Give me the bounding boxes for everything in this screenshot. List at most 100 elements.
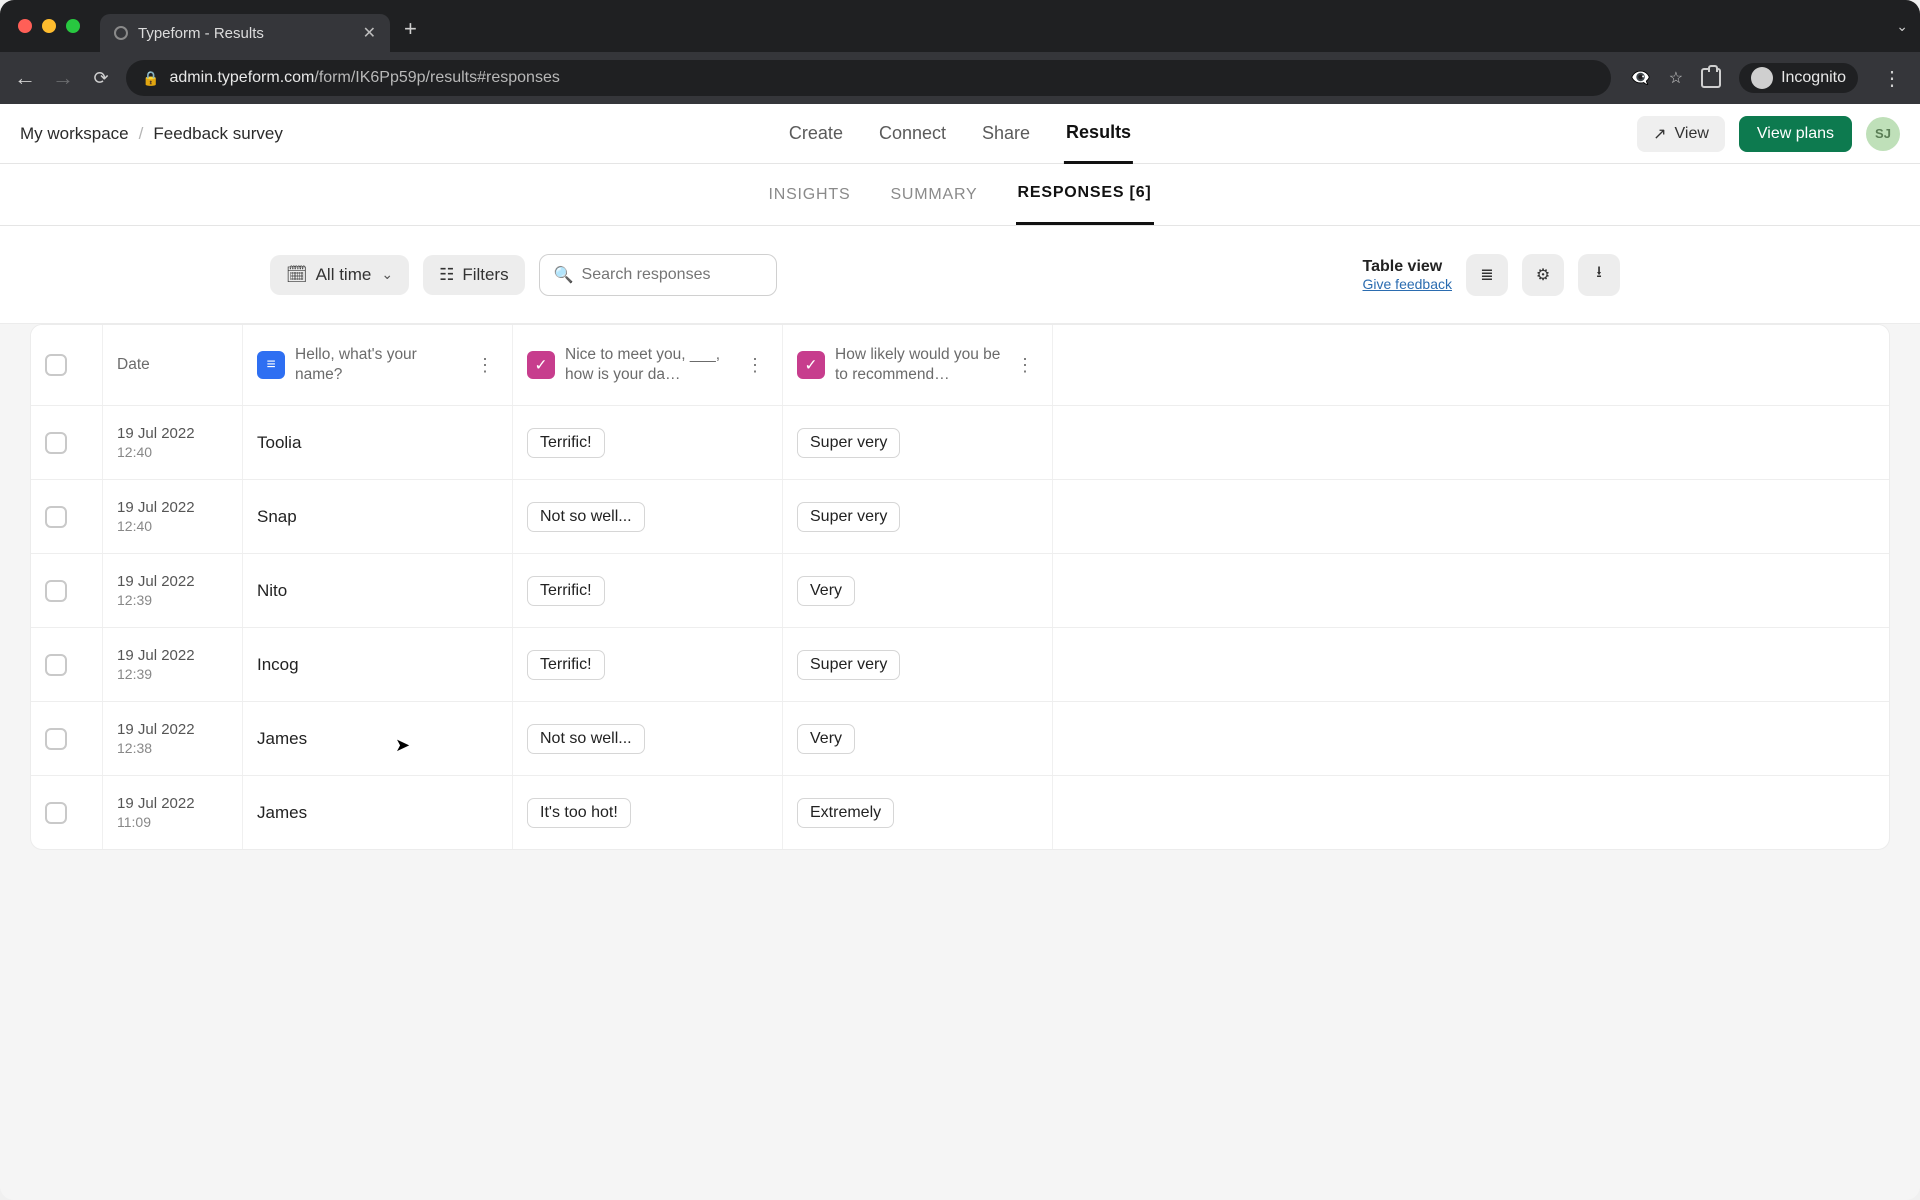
filters-button[interactable]: ☷ Filters [423, 255, 525, 295]
table-row[interactable]: 19 Jul 202212:38JamesNot so well...Very [31, 701, 1889, 775]
row-select-cell [31, 776, 103, 849]
gear-icon: ⚙ [1536, 265, 1550, 285]
row-q2-cell: Terrific! [513, 628, 783, 701]
row-date-cell: 19 Jul 202212:40 [103, 480, 243, 553]
subtab-insights[interactable]: INSIGHTS [766, 166, 852, 224]
browser-tab[interactable]: Typeform - Results ✕ [100, 14, 390, 52]
table-view-label: Table view [1363, 258, 1453, 276]
new-tab-button[interactable]: + [404, 16, 417, 42]
subtab-summary[interactable]: SUMMARY [888, 166, 979, 224]
bookmark-star-icon[interactable]: ☆ [1669, 68, 1683, 88]
column-q2[interactable]: ✓ Nice to meet you, ___, how is your da…… [513, 325, 783, 405]
view-plans-button[interactable]: View plans [1739, 116, 1852, 152]
answer-pill: Super very [797, 650, 900, 680]
row-time: 12:40 [117, 518, 152, 534]
row-name-cell: James [243, 776, 513, 849]
tab-favicon-icon [114, 26, 128, 40]
row-name-cell: Nito [243, 554, 513, 627]
address-bar[interactable]: 🔒 admin.typeform.com/form/IK6Pp59p/resul… [126, 60, 1611, 96]
search-input[interactable] [582, 266, 789, 284]
row-checkbox[interactable] [45, 728, 67, 750]
row-checkbox[interactable] [45, 802, 67, 824]
row-date-cell: 19 Jul 202211:09 [103, 776, 243, 849]
row-q3-cell: Super very [783, 480, 1053, 553]
tab-share[interactable]: Share [980, 104, 1032, 164]
incognito-indicator[interactable]: Incognito [1739, 63, 1858, 93]
tab-title: Typeform - Results [138, 25, 353, 42]
table-row[interactable]: 19 Jul 202211:09JamesIt's too hot!Extrem… [31, 775, 1889, 849]
search-responses[interactable]: 🔍 [539, 254, 777, 296]
incognito-label: Incognito [1781, 69, 1846, 87]
subtab-responses[interactable]: RESPONSES [6] [1016, 164, 1154, 225]
browser-toolbar: ← → ⟳ 🔒 admin.typeform.com/form/IK6Pp59p… [0, 52, 1920, 104]
tab-connect[interactable]: Connect [877, 104, 948, 164]
breadcrumb-workspace[interactable]: My workspace [20, 124, 129, 144]
layout-toggle-button[interactable]: ≣ [1466, 254, 1508, 296]
row-q3-cell: Super very [783, 406, 1053, 479]
row-q2-cell: Terrific! [513, 554, 783, 627]
row-checkbox[interactable] [45, 506, 67, 528]
extensions-icon[interactable] [1701, 68, 1721, 88]
short-text-icon: ≡ [257, 351, 285, 379]
table-row[interactable]: 19 Jul 202212:40SnapNot so well...Super … [31, 479, 1889, 553]
incognito-icon [1751, 67, 1773, 89]
row-select-cell [31, 406, 103, 479]
eye-off-icon[interactable]: 👁️‍🗨️ [1631, 68, 1651, 88]
give-feedback-link[interactable]: Give feedback [1363, 276, 1453, 292]
row-empty-cell [1053, 628, 1889, 701]
window-zoom-icon[interactable] [66, 19, 80, 33]
multiple-choice-icon: ✓ [797, 351, 825, 379]
nav-reload-button[interactable]: ⟳ [88, 68, 114, 89]
row-select-cell [31, 554, 103, 627]
column-menu-button[interactable]: ⋮ [472, 355, 498, 376]
select-all-checkbox[interactable] [45, 354, 67, 376]
rows-icon: ≣ [1480, 265, 1493, 285]
row-name-cell: Incog [243, 628, 513, 701]
window-minimize-icon[interactable] [42, 19, 56, 33]
column-menu-button[interactable]: ⋮ [1012, 355, 1038, 376]
avatar[interactable]: SJ [1866, 117, 1900, 151]
tab-create[interactable]: Create [787, 104, 845, 164]
calendar-icon: 🗓 [286, 265, 308, 285]
row-empty-cell [1053, 406, 1889, 479]
browser-menu-button[interactable]: ⋮ [1876, 66, 1908, 91]
column-q3[interactable]: ✓ How likely would you be to recommend… … [783, 325, 1053, 405]
download-button[interactable]: ⭳ [1578, 254, 1620, 296]
column-q1[interactable]: ≡ Hello, what's your name? ⋮ [243, 325, 513, 405]
row-checkbox[interactable] [45, 654, 67, 676]
multiple-choice-icon: ✓ [527, 351, 555, 379]
lock-icon: 🔒 [142, 70, 159, 87]
breadcrumb-form-name[interactable]: Feedback survey [153, 124, 282, 144]
row-checkbox[interactable] [45, 432, 67, 454]
row-q2-cell: Not so well... [513, 702, 783, 775]
column-date[interactable]: Date [103, 325, 243, 405]
date-range-label: All time [316, 265, 372, 285]
download-icon: ⭳ [1596, 261, 1602, 288]
table-row[interactable]: 19 Jul 202212:39IncogTerrific!Super very [31, 627, 1889, 701]
table-row[interactable]: 19 Jul 202212:39NitoTerrific!Very [31, 553, 1889, 627]
tabstrip-chevron-icon[interactable]: ⌄ [1896, 18, 1908, 35]
row-name-cell: James [243, 702, 513, 775]
answer-pill: Very [797, 724, 855, 754]
table-row[interactable]: 19 Jul 202212:40TooliaTerrific!Super ver… [31, 405, 1889, 479]
tab-results[interactable]: Results [1064, 104, 1133, 164]
main-nav: Create Connect Share Results [787, 104, 1133, 164]
tab-close-icon[interactable]: ✕ [363, 23, 376, 43]
window-close-icon[interactable] [18, 19, 32, 33]
row-q2-cell: Not so well... [513, 480, 783, 553]
external-link-icon: ↗ [1653, 124, 1666, 144]
settings-button[interactable]: ⚙ [1522, 254, 1564, 296]
row-time: 12:39 [117, 666, 152, 682]
row-date: 19 Jul 2022 [117, 573, 195, 590]
row-date: 19 Jul 2022 [117, 425, 195, 442]
results-subnav: INSIGHTS SUMMARY RESPONSES [6] [0, 164, 1920, 226]
date-range-filter[interactable]: 🗓 All time ⌄ [270, 255, 409, 295]
column-menu-button[interactable]: ⋮ [742, 355, 768, 376]
row-select-cell [31, 702, 103, 775]
view-button[interactable]: ↗ View [1637, 116, 1725, 152]
answer-pill: Super very [797, 502, 900, 532]
browser-tab-strip: Typeform - Results ✕ + ⌄ [0, 0, 1920, 52]
row-checkbox[interactable] [45, 580, 67, 602]
responses-table: Date ≡ Hello, what's your name? ⋮ ✓ Nice… [30, 324, 1890, 850]
nav-back-button[interactable]: ← [12, 65, 38, 91]
